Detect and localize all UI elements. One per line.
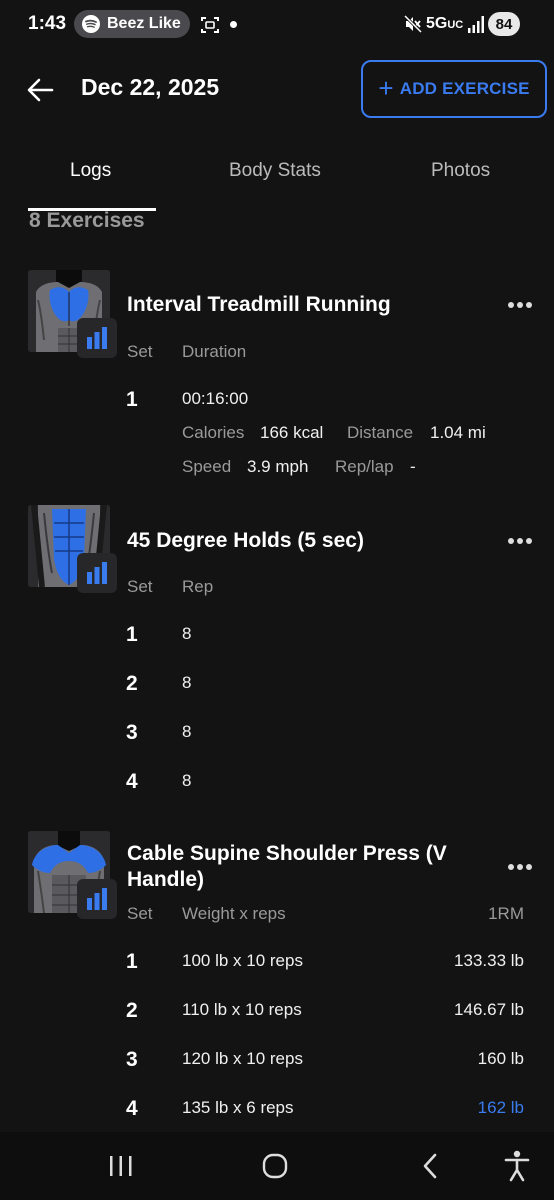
tab-body-stats[interactable]: Body Stats (229, 160, 321, 182)
bar-chart-icon (87, 888, 107, 910)
system-nav-bar (0, 1132, 554, 1200)
exercise-title-line: Cable Supine Shoulder Press (V (127, 842, 447, 865)
set-number: 4 (126, 1097, 138, 1120)
set-number: 3 (126, 721, 138, 744)
one-rm-value: 133.33 lb (454, 951, 524, 970)
rep-value: 8 (182, 624, 192, 643)
tab-photos[interactable]: Photos (431, 160, 490, 182)
column-header-weight-reps: Weight x reps (182, 904, 286, 923)
spotify-icon (82, 15, 100, 33)
recents-icon[interactable] (108, 1154, 134, 1178)
bar-chart-icon (87, 327, 107, 349)
back-arrow-icon[interactable] (26, 76, 54, 104)
rep-lap-label: Rep/lap (335, 457, 394, 476)
column-header-duration: Duration (182, 342, 247, 361)
plus-icon: + (378, 72, 394, 103)
set-number: 3 (126, 1048, 138, 1071)
network-indicator: 5GUC (426, 15, 463, 33)
weight-reps-value: 100 lb x 10 reps (182, 951, 303, 970)
column-header-set: Set (127, 904, 153, 923)
rep-value: 8 (182, 673, 192, 692)
column-header-1rm: 1RM (488, 904, 524, 923)
speed-value: 3.9 mph (247, 457, 309, 476)
duration-value: 00:16:00 (182, 389, 249, 408)
status-time: 1:43 (28, 13, 67, 34)
one-rm-value: 146.67 lb (454, 1000, 524, 1019)
network-suffix: UC (447, 19, 464, 31)
column-header-set: Set (127, 577, 153, 596)
weight-reps-value: 110 lb x 10 reps (182, 1000, 302, 1019)
set-number: 2 (126, 672, 138, 695)
more-options-icon[interactable] (507, 536, 533, 546)
mute-icon (404, 15, 422, 33)
one-rm-value-pr: 162 lb (477, 1098, 524, 1117)
more-options-icon[interactable] (507, 300, 533, 310)
stats-button[interactable] (77, 879, 117, 919)
accessibility-icon[interactable] (504, 1150, 530, 1182)
network-type: 5G (426, 15, 448, 32)
chevron-left-icon[interactable] (421, 1152, 439, 1180)
weight-reps-value: 120 lb x 10 reps (182, 1049, 303, 1068)
set-number: 1 (126, 623, 138, 646)
now-playing-pill[interactable]: Beez Like (74, 10, 190, 38)
weight-reps-value: 135 lb x 6 reps (182, 1098, 294, 1117)
rep-lap-value: - (410, 457, 416, 476)
rep-value: 8 (182, 722, 192, 741)
exercise-title[interactable]: Interval Treadmill Running (127, 292, 391, 318)
status-bar: 1:43 Beez Like 5GUC 84 (0, 0, 554, 52)
now-playing-title: Beez Like (107, 15, 181, 32)
set-number: 1 (126, 388, 138, 411)
calories-value: 166 kcal (260, 423, 324, 442)
page-title: Dec 22, 2025 (81, 74, 220, 100)
stats-button[interactable] (77, 553, 117, 593)
calories-label: Calories (182, 423, 245, 442)
bar-chart-icon (87, 562, 107, 584)
column-header-rep: Rep (182, 577, 214, 596)
add-exercise-label: ADD EXERCISE (399, 79, 530, 98)
exercise-count: 8 Exercises (29, 209, 145, 230)
stats-button[interactable] (77, 318, 117, 358)
speed-label: Speed (182, 457, 232, 476)
screenshot-icon (201, 17, 219, 33)
more-options-icon[interactable] (507, 862, 533, 872)
notification-dot-icon (230, 21, 237, 28)
exercise-title[interactable]: 45 Degree Holds (5 sec) (127, 528, 364, 554)
exercise-title[interactable]: Cable Supine Shoulder Press (V Handle) (127, 841, 447, 893)
signal-icon (468, 16, 484, 33)
distance-label: Distance (347, 423, 414, 442)
set-number: 4 (126, 770, 138, 793)
rep-value: 8 (182, 771, 192, 790)
exercise-title-line: Handle) (127, 868, 205, 891)
column-header-set: Set (127, 342, 153, 361)
set-number: 2 (126, 999, 138, 1022)
set-number: 1 (126, 950, 138, 973)
home-icon[interactable] (262, 1153, 288, 1179)
add-exercise-button[interactable]: + ADD EXERCISE (361, 60, 547, 118)
tab-logs[interactable]: Logs (70, 160, 111, 182)
battery-indicator: 84 (488, 12, 520, 36)
distance-value: 1.04 mi (430, 423, 486, 442)
one-rm-value: 160 lb (477, 1049, 524, 1068)
